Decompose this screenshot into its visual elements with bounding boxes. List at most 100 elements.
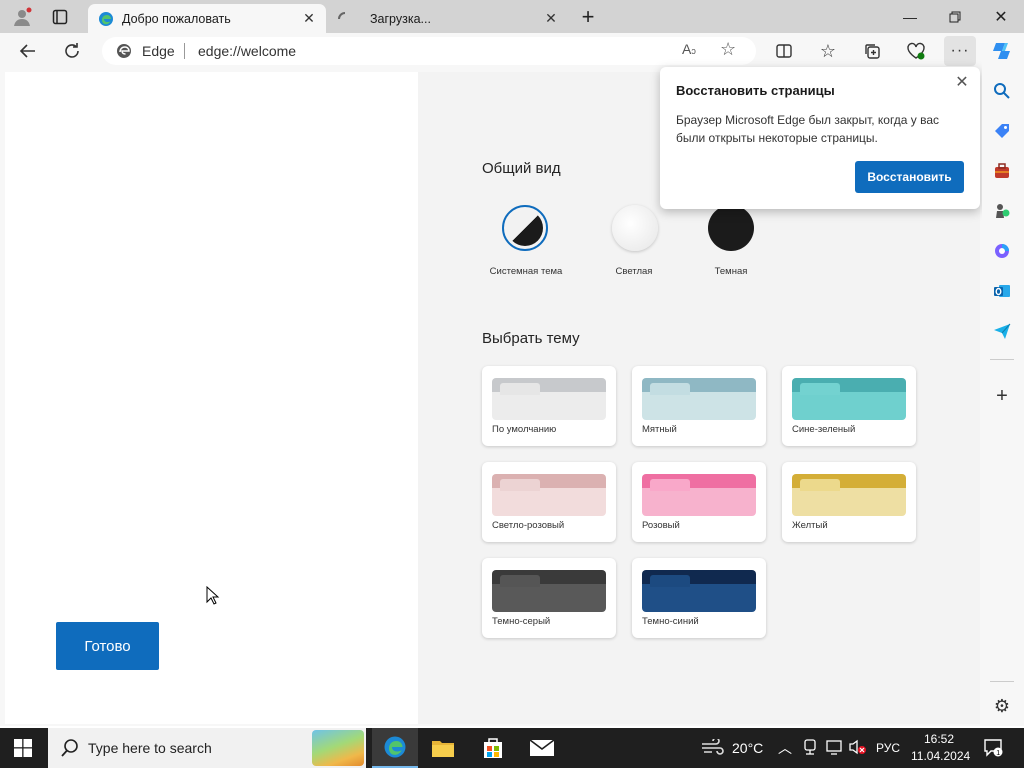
close-window-icon[interactable]: ✕	[978, 0, 1024, 33]
theme-light-option[interactable]	[612, 205, 658, 251]
theme-card-label: Темно-синий	[642, 616, 699, 627]
theme-card-label: Розовый	[642, 520, 680, 531]
theme-preview	[642, 378, 756, 420]
tools-icon[interactable]	[990, 159, 1014, 183]
theme-card[interactable]: По умолчанию	[482, 366, 616, 446]
theme-system-option[interactable]	[502, 205, 548, 251]
clock-time[interactable]: 16:52	[924, 732, 954, 746]
site-label: Edge	[142, 43, 175, 59]
search-icon[interactable]	[990, 79, 1014, 103]
system-theme-icon	[507, 210, 543, 246]
choose-theme-title: Выбрать тему	[482, 330, 580, 347]
windows-start-icon[interactable]	[14, 739, 32, 762]
restore-window-icon[interactable]	[932, 0, 978, 33]
file-explorer-icon[interactable]	[431, 737, 455, 764]
theme-preview	[792, 378, 906, 420]
copilot-icon[interactable]	[990, 39, 1014, 63]
store-icon[interactable]	[481, 736, 505, 765]
close-popup-icon[interactable]: ✕	[954, 75, 970, 91]
theme-card-label: Желтый	[792, 520, 828, 531]
clock-date[interactable]: 11.04.2024	[911, 749, 970, 763]
theme-card[interactable]: Темно-серый	[482, 558, 616, 638]
sidebar-settings-icon[interactable]: ⚙	[990, 694, 1014, 718]
theme-preview	[642, 570, 756, 612]
tab-label: Загрузка...	[370, 11, 431, 26]
navigation-bar: Edge edge://welcome Aↄ ☆ ☆ ···	[0, 33, 1024, 69]
theme-card-label: По умолчанию	[492, 424, 557, 435]
read-aloud-icon[interactable]: Aↄ	[682, 41, 696, 57]
split-screen-icon[interactable]	[772, 39, 796, 63]
theme-card-label: Мятный	[642, 424, 677, 435]
title-bar: Добро пожаловать ✕ Загрузка... ✕ + — ✕	[0, 0, 1024, 33]
display-icon[interactable]	[826, 739, 842, 758]
collections-icon[interactable]	[860, 39, 884, 63]
theme-card-label: Светло-розовый	[492, 520, 565, 531]
search-placeholder: Type here to search	[88, 740, 212, 756]
close-tab-icon[interactable]: ✕	[302, 11, 316, 25]
theme-dark-option[interactable]	[708, 205, 754, 251]
edge-icon	[384, 736, 406, 758]
theme-preview	[492, 378, 606, 420]
shopping-icon[interactable]	[990, 119, 1014, 143]
network-icon[interactable]	[803, 739, 817, 758]
profile-icon[interactable]	[11, 6, 33, 28]
theme-card-label: Темно-серый	[492, 616, 551, 627]
taskbar-edge-app[interactable]	[372, 728, 418, 768]
theme-dark-label: Темная	[714, 266, 748, 277]
theme-card-label: Сине-зеленый	[792, 424, 856, 435]
sidebar-divider-bottom	[990, 681, 1014, 682]
search-icon	[60, 738, 80, 763]
more-options-icon[interactable]: ···	[944, 36, 976, 66]
browser-essentials-icon[interactable]	[904, 39, 928, 63]
theme-preview	[492, 474, 606, 516]
theme-light-label: Светлая	[615, 266, 653, 277]
restore-button[interactable]: Восстановить	[855, 161, 964, 193]
theme-card[interactable]: Розовый	[632, 462, 766, 542]
microsoft-365-icon[interactable]	[990, 239, 1014, 263]
tab-loading[interactable]: Загрузка... ✕	[330, 4, 568, 33]
outlook-icon[interactable]	[990, 279, 1014, 303]
tab-welcome[interactable]: Добро пожаловать ✕	[88, 4, 326, 33]
welcome-left-panel: Готово	[5, 72, 418, 724]
address-divider	[184, 43, 185, 59]
address-bar[interactable]: Edge edge://welcome Aↄ ☆	[102, 37, 756, 65]
refresh-icon[interactable]	[60, 39, 84, 63]
popup-title: Восстановить страницы	[676, 83, 835, 98]
theme-card[interactable]: Желтый	[782, 462, 916, 542]
favorite-star-icon[interactable]: ☆	[720, 39, 736, 60]
appearance-title: Общий вид	[482, 160, 561, 177]
theme-card[interactable]: Темно-синий	[632, 558, 766, 638]
minimize-icon[interactable]: —	[887, 0, 933, 33]
volume-muted-icon[interactable]	[849, 739, 867, 758]
weather-icon[interactable]	[700, 737, 724, 762]
theme-preview	[642, 474, 756, 516]
favorites-icon[interactable]: ☆	[816, 39, 840, 63]
games-icon[interactable]	[990, 199, 1014, 223]
url-text[interactable]: edge://welcome	[198, 43, 296, 59]
weather-temp[interactable]: 20°C	[732, 740, 763, 756]
tab-label: Добро пожаловать	[122, 11, 231, 26]
mouse-cursor-icon	[206, 585, 220, 611]
edge-site-icon	[116, 43, 132, 64]
add-sidebar-app-icon[interactable]: +	[990, 384, 1014, 408]
mail-icon[interactable]	[529, 738, 555, 763]
theme-card[interactable]: Светло-розовый	[482, 462, 616, 542]
taskbar-search-box[interactable]: Type here to search	[48, 728, 366, 768]
back-icon[interactable]	[16, 39, 40, 63]
new-tab-icon[interactable]: +	[577, 4, 599, 29]
popup-body: Браузер Microsoft Edge был закрыт, когда…	[676, 113, 940, 145]
loading-icon	[338, 11, 352, 26]
done-button[interactable]: Готово	[56, 622, 159, 670]
theme-card[interactable]: Сине-зеленый	[782, 366, 916, 446]
show-hidden-icons-icon[interactable]: ︿	[778, 738, 792, 758]
drop-icon[interactable]	[990, 319, 1014, 343]
sidebar-divider	[990, 359, 1014, 360]
theme-preview	[492, 570, 606, 612]
theme-system-label: Системная тема	[489, 266, 563, 277]
windows-taskbar: Type here to search 20°C ︿ РУС 16:52 11.…	[0, 728, 1024, 768]
notifications-icon[interactable]: 1	[983, 737, 1003, 760]
language-indicator[interactable]: РУС	[876, 741, 900, 755]
close-tab-icon[interactable]: ✕	[544, 11, 558, 25]
tab-actions-icon[interactable]	[49, 6, 71, 28]
theme-card[interactable]: Мятный	[632, 366, 766, 446]
